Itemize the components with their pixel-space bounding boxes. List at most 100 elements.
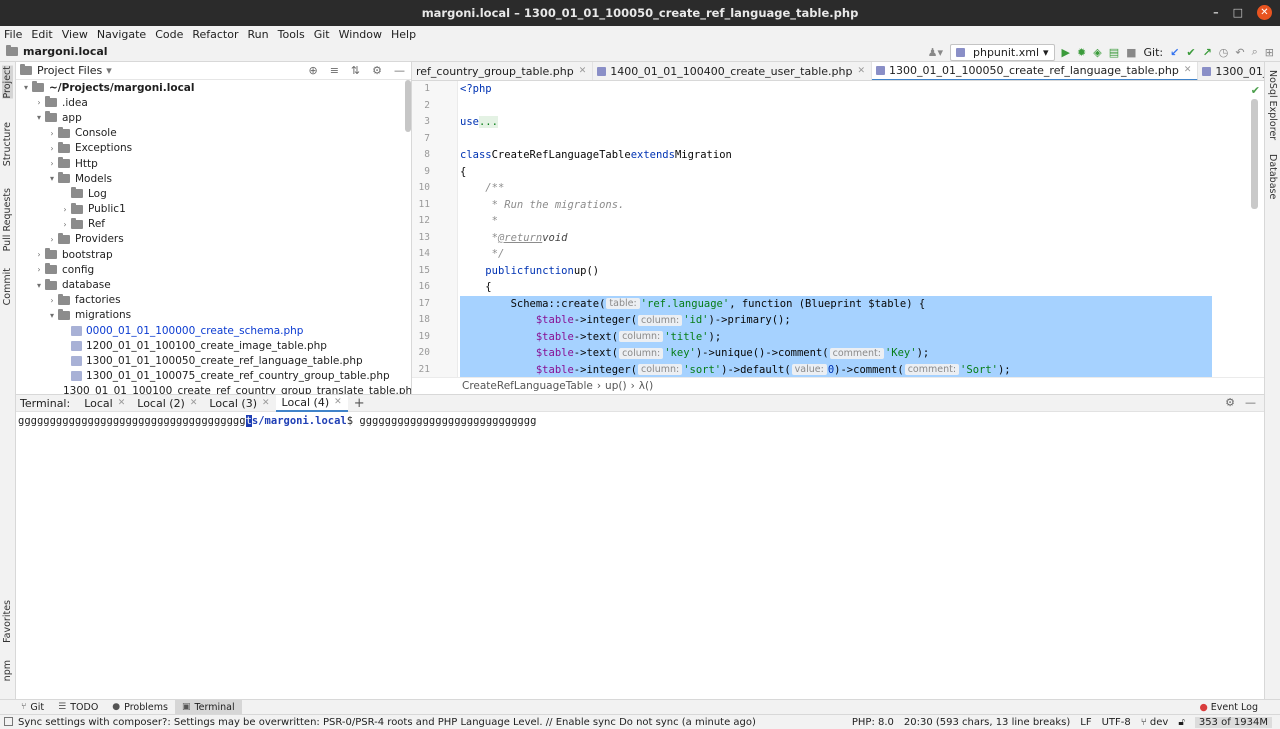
terminal-tab[interactable]: Local (3) ✕ [203,395,275,412]
git-branch[interactable]: ⑂ dev [1141,717,1169,728]
terminal-tab[interactable]: Local ✕ [78,395,131,412]
tree-item[interactable]: 1200_01_01_100100_create_image_table.php [16,338,411,353]
menu-item-refactor[interactable]: Refactor [192,28,238,41]
profile-icon[interactable]: ▤ [1109,46,1119,59]
chevron-right-icon[interactable]: › [33,98,45,107]
tree-item[interactable]: 1300_01_01_100075_create_ref_country_gro… [16,369,411,384]
debug-icon[interactable]: ✹ [1077,46,1086,59]
gear-icon[interactable]: ⚙ [372,64,382,77]
run-icon[interactable]: ▶ [1062,46,1070,59]
terminal-output[interactable]: ggggggggggggggggggggggggggggggggggggts/m… [16,412,1264,699]
breadcrumb-item[interactable]: CreateRefLanguageTable [462,380,593,392]
close-tab-icon[interactable]: ✕ [334,397,342,407]
tree-item[interactable]: ▾ migrations [16,308,411,323]
tool-tab-commit[interactable]: Commit [2,268,13,305]
settings-icon[interactable]: ⊞ [1265,46,1274,59]
tree-item[interactable]: › Exceptions [16,141,411,156]
close-tab-icon[interactable]: ✕ [1184,65,1192,75]
close-tab-icon[interactable]: ✕ [579,66,587,76]
coverage-icon[interactable]: ◈ [1093,46,1101,59]
chevron-right-icon[interactable]: › [59,205,71,214]
php-level[interactable]: PHP: 8.0 [852,717,894,728]
breadcrumb-item[interactable]: λ() [639,380,653,392]
menu-item-view[interactable]: View [62,28,88,41]
tool-tab-nosql-explorer[interactable]: NoSql Explorer [1267,70,1278,140]
close-tab-icon[interactable]: ✕ [262,398,270,408]
tree-item[interactable]: ▾ Models [16,171,411,186]
git-push-icon[interactable]: ↗ [1203,46,1212,59]
git-history-icon[interactable]: ◷ [1219,46,1229,59]
chevron-right-icon[interactable]: › [33,250,45,259]
editor-tab[interactable]: 1300_01_01_100120_create_re [1198,62,1264,80]
tree-item[interactable]: 0000_01_01_100000_create_schema.php [16,323,411,338]
project-scrollbar[interactable] [405,80,411,132]
menu-item-navigate[interactable]: Navigate [97,28,146,41]
editor-scrollbar[interactable] [1251,99,1258,209]
file-encoding[interactable]: UTF-8 [1102,717,1131,728]
tree-item[interactable]: 1300_01_01_100100_create_ref_country_gro… [16,384,411,394]
tree-item[interactable]: Log [16,186,411,201]
tree-item[interactable]: › Ref [16,217,411,232]
bottom-tool-problems[interactable]: ● Problems [105,700,175,714]
inspection-ok-icon[interactable]: ✔ [1251,84,1260,97]
code-editor[interactable]: 1 2 3 7 8 9 10 11 12 13 14 15 16 17 18 19 20 21 <?php use… [412,81,1264,377]
memory-indicator[interactable]: 353 of 1934M [1194,716,1272,728]
tree-item[interactable]: › .idea [16,95,411,110]
tree-item[interactable]: 1300_01_01_100050_create_ref_language_ta… [16,353,411,368]
chevron-down-icon[interactable]: ▾ [33,113,45,122]
run-config-select[interactable]: phpunit.xml ▾ [949,43,1055,61]
caret-position[interactable]: 20:30 (593 chars, 13 line breaks) [904,717,1070,728]
line-separator[interactable]: LF [1080,717,1091,728]
chevron-right-icon[interactable]: › [33,265,45,274]
close-tab-icon[interactable]: ✕ [118,398,126,408]
tree-item[interactable]: ▾ app [16,110,411,125]
bottom-tool-git[interactable]: ⑂ Git [14,700,51,714]
git-update-icon[interactable]: ↙ [1170,46,1179,59]
tree-item[interactable]: ▾ ~/Projects/margoni.local [16,80,411,95]
bottom-tool-todo[interactable]: ☰ TODO [51,700,105,714]
close-icon[interactable]: ✕ [1257,5,1272,20]
gear-icon[interactable]: ⚙ [1225,396,1235,409]
chevron-right-icon[interactable]: › [46,144,58,153]
hide-icon[interactable]: — [1245,396,1256,409]
chevron-right-icon[interactable]: › [59,220,71,229]
tool-tab-npm[interactable]: npm [2,660,13,681]
menu-item-run[interactable]: Run [248,28,269,41]
user-icon[interactable]: ♟▾ [928,46,943,59]
menu-item-window[interactable]: Window [339,28,382,41]
chevron-down-icon[interactable]: ▾ [46,311,58,320]
editor-tab[interactable]: 1300_01_01_100050_create_ref_language_ta… [872,62,1199,80]
tree-item[interactable]: › factories [16,293,411,308]
terminal-tab[interactable]: Local (4) ✕ [275,394,348,412]
menu-item-help[interactable]: Help [391,28,416,41]
add-terminal-icon[interactable]: + [348,396,371,411]
menu-item-file[interactable]: File [4,28,22,41]
hide-icon[interactable]: — [394,64,405,77]
chevron-down-icon[interactable]: ▾ [33,281,45,290]
tree-item[interactable]: › bootstrap [16,247,411,262]
close-tab-icon[interactable]: ✕ [190,398,198,408]
minimize-icon[interactable]: – [1213,6,1219,19]
project-panel-title[interactable]: Project Files [37,64,102,77]
menu-item-edit[interactable]: Edit [31,28,52,41]
editor-tab[interactable]: ref_country_group_table.php ✕ [412,62,594,80]
menu-item-tools[interactable]: Tools [278,28,305,41]
breadcrumb-item[interactable]: up() [605,380,627,392]
terminal-tab[interactable]: Local (2) ✕ [131,395,203,412]
tree-item[interactable]: › Http [16,156,411,171]
git-commit-icon[interactable]: ✔ [1186,46,1195,59]
nav-project[interactable]: margoni.local [0,45,108,58]
chevron-down-icon[interactable]: ▾ [46,174,58,183]
maximize-icon[interactable]: □ [1233,6,1243,19]
close-tab-icon[interactable]: ✕ [857,66,865,76]
git-rollback-icon[interactable]: ↶ [1235,46,1244,59]
event-log-button[interactable]: ● Event Log [1200,700,1259,714]
menu-item-git[interactable]: Git [314,28,330,41]
tree-item[interactable]: › config [16,262,411,277]
tool-tab-structure[interactable]: Structure [2,122,13,166]
status-message[interactable]: Sync settings with composer?: Settings m… [18,717,756,728]
tool-tab-pull-requests[interactable]: Pull Requests [2,188,13,251]
tree-item[interactable]: › Public1 [16,202,411,217]
chevron-down-icon[interactable]: ▾ [106,64,112,77]
tree-item[interactable]: › Providers [16,232,411,247]
